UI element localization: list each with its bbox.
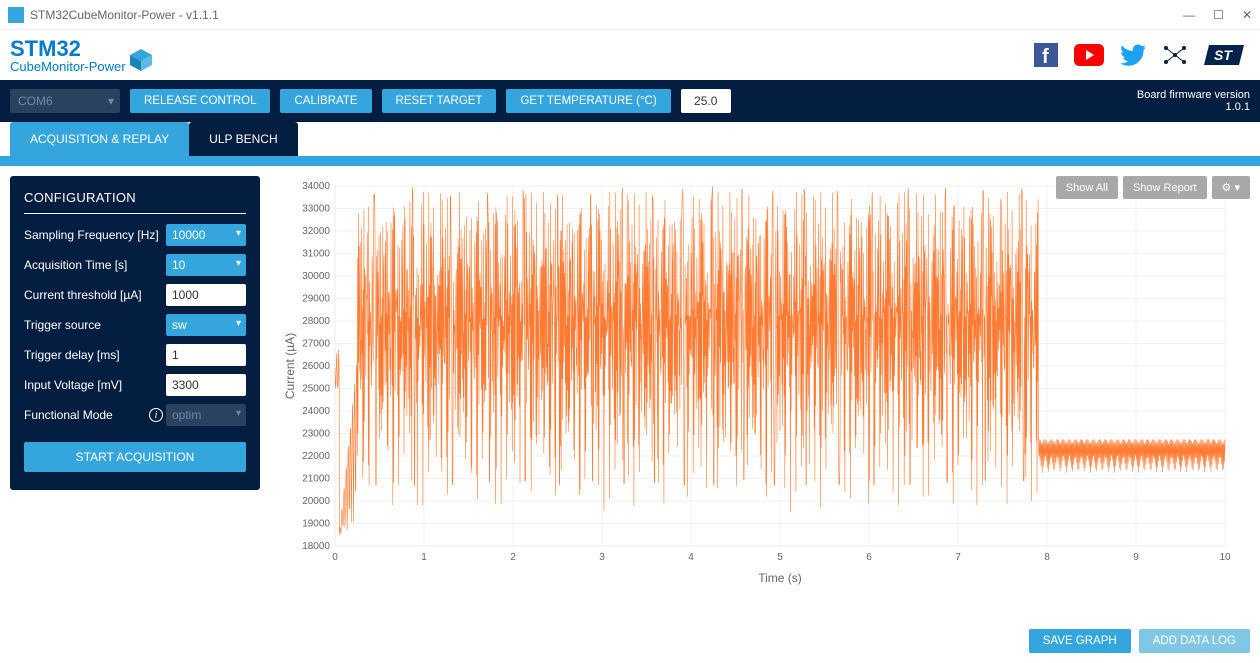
- tab-strip: [0, 156, 1260, 166]
- firmware-info: Board firmware version 1.0.1: [1137, 89, 1250, 113]
- facebook-icon[interactable]: f: [1034, 43, 1058, 67]
- svg-text:27000: 27000: [302, 339, 330, 350]
- show-report-button[interactable]: Show Report: [1123, 176, 1207, 199]
- window-title: STM32CubeMonitor-Power - v1.1.1: [30, 8, 1183, 22]
- header: STM32 CubeMonitor-Power f ST: [0, 30, 1260, 80]
- firmware-version: 1.0.1: [1137, 101, 1250, 113]
- svg-text:29000: 29000: [302, 294, 330, 305]
- gear-icon: [1222, 182, 1232, 194]
- start-acquisition-button[interactable]: START ACQUISITION: [24, 442, 246, 472]
- logo-line1: STM32: [10, 38, 126, 60]
- svg-text:19000: 19000: [302, 519, 330, 530]
- network-icon[interactable]: [1162, 42, 1188, 68]
- svg-text:f: f: [1042, 46, 1049, 67]
- chart-settings-button[interactable]: ▾: [1212, 176, 1250, 199]
- svg-text:31000: 31000: [302, 249, 330, 260]
- svg-text:22000: 22000: [302, 451, 330, 462]
- youtube-icon[interactable]: [1074, 44, 1104, 66]
- st-logo-icon[interactable]: ST: [1204, 42, 1250, 68]
- release-control-button[interactable]: RELEASE CONTROL: [130, 89, 270, 113]
- svg-text:30000: 30000: [302, 271, 330, 282]
- trigger-source-select[interactable]: sw: [166, 314, 246, 336]
- add-data-log-button[interactable]: ADD DATA LOG: [1139, 629, 1250, 653]
- minimize-button[interactable]: —: [1183, 8, 1195, 22]
- functional-mode-select[interactable]: optim: [166, 404, 246, 426]
- svg-text:Current (µA): Current (µA): [283, 333, 297, 399]
- temperature-value: 25.0: [681, 89, 731, 113]
- svg-text:23000: 23000: [302, 429, 330, 440]
- svg-text:4: 4: [688, 552, 694, 563]
- close-button[interactable]: ✕: [1242, 8, 1252, 22]
- svg-text:20000: 20000: [302, 496, 330, 507]
- svg-text:34000: 34000: [302, 181, 330, 192]
- svg-text:33000: 33000: [302, 204, 330, 215]
- tab-acquisition[interactable]: ACQUISITION & REPLAY: [10, 122, 189, 156]
- toolbar: COM6 RELEASE CONTROL CALIBRATE RESET TAR…: [0, 80, 1260, 122]
- svg-text:18000: 18000: [302, 541, 330, 552]
- svg-text:3: 3: [599, 552, 605, 563]
- svg-text:7: 7: [955, 552, 961, 563]
- svg-text:9: 9: [1133, 552, 1139, 563]
- trigger-source-label: Trigger source: [24, 318, 166, 332]
- svg-text:1: 1: [421, 552, 427, 563]
- calibrate-button[interactable]: CALIBRATE: [280, 89, 371, 113]
- social-links: f ST: [1034, 42, 1250, 68]
- chart-area: Show All Show Report ▾ 18000190002000021…: [280, 176, 1250, 589]
- maximize-button[interactable]: ☐: [1213, 8, 1224, 22]
- app-icon: [8, 7, 24, 23]
- firmware-label: Board firmware version: [1137, 89, 1250, 101]
- trigger-delay-label: Trigger delay [ms]: [24, 348, 166, 362]
- configuration-panel: CONFIGURATION Sampling Frequency [Hz]100…: [10, 176, 260, 490]
- input-voltage-label: Input Voltage [mV]: [24, 378, 166, 392]
- current-threshold-input[interactable]: [166, 284, 246, 306]
- svg-text:5: 5: [777, 552, 783, 563]
- svg-text:0: 0: [332, 552, 338, 563]
- app-logo: STM32 CubeMonitor-Power: [10, 38, 154, 73]
- acq-time-label: Acquisition Time [s]: [24, 258, 166, 272]
- svg-text:Time (s): Time (s): [758, 571, 802, 585]
- tab-ulpbench[interactable]: ULP BENCH: [189, 122, 297, 156]
- info-icon[interactable]: i: [149, 408, 163, 422]
- show-all-button[interactable]: Show All: [1056, 176, 1118, 199]
- sampling-freq-label: Sampling Frequency [Hz]: [24, 228, 166, 242]
- functional-mode-label: Functional Mode: [24, 408, 149, 422]
- svg-text:21000: 21000: [302, 474, 330, 485]
- window-controls: — ☐ ✕: [1183, 8, 1252, 22]
- twitter-icon[interactable]: [1120, 44, 1146, 66]
- current-threshold-label: Current threshold [µA]: [24, 288, 166, 302]
- reset-target-button[interactable]: RESET TARGET: [382, 89, 497, 113]
- current-chart[interactable]: 18000 19000 20000 21000 22000 23000 24000 25000…: [280, 176, 1230, 586]
- trigger-delay-input[interactable]: [166, 344, 246, 366]
- window-titlebar: STM32CubeMonitor-Power - v1.1.1 — ☐ ✕: [0, 0, 1260, 30]
- sampling-freq-select[interactable]: 10000: [166, 224, 246, 246]
- svg-text:2: 2: [510, 552, 516, 563]
- svg-text:28000: 28000: [302, 316, 330, 327]
- configuration-title: CONFIGURATION: [24, 190, 246, 214]
- svg-text:10: 10: [1219, 552, 1230, 563]
- svg-text:6: 6: [866, 552, 872, 563]
- cube-icon: [128, 47, 154, 73]
- svg-text:ST: ST: [1214, 47, 1233, 63]
- get-temperature-button[interactable]: GET TEMPERATURE (°C): [506, 89, 670, 113]
- save-graph-button[interactable]: SAVE GRAPH: [1029, 629, 1131, 653]
- com-port-select[interactable]: COM6: [10, 89, 120, 113]
- svg-text:25000: 25000: [302, 384, 330, 395]
- tabs: ACQUISITION & REPLAY ULP BENCH: [0, 122, 1260, 156]
- svg-text:32000: 32000: [302, 226, 330, 237]
- logo-line2: CubeMonitor-Power: [10, 60, 126, 73]
- svg-text:8: 8: [1044, 552, 1050, 563]
- input-voltage-input[interactable]: [166, 374, 246, 396]
- acq-time-select[interactable]: 10: [166, 254, 246, 276]
- svg-text:24000: 24000: [302, 406, 330, 417]
- svg-text:26000: 26000: [302, 361, 330, 372]
- bottom-buttons: SAVE GRAPH ADD DATA LOG: [1029, 629, 1250, 653]
